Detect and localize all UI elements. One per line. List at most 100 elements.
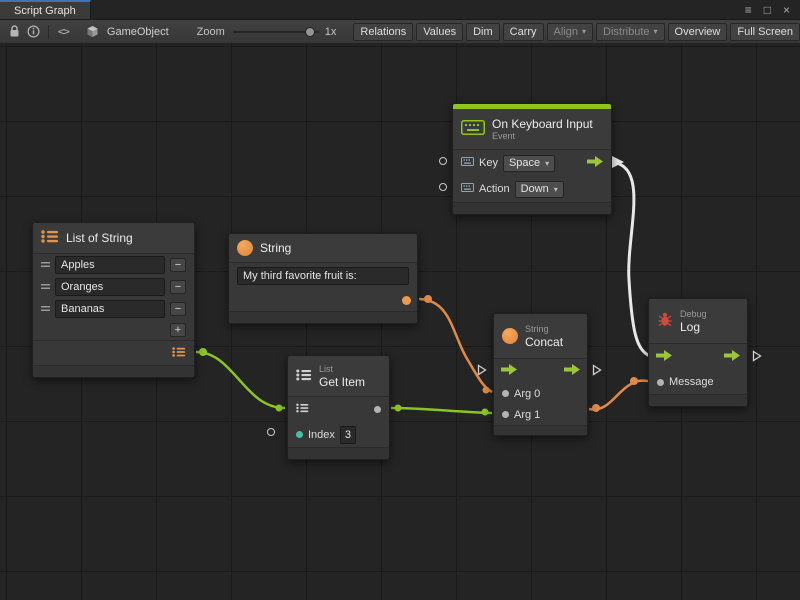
node-title: Concat xyxy=(525,335,563,349)
overview-button[interactable]: Overview xyxy=(668,23,728,41)
log-flow-out-marker[interactable] xyxy=(752,350,762,365)
index-input-port[interactable] xyxy=(296,431,303,438)
window-menu-icon[interactable]: ≡ xyxy=(745,4,752,16)
values-button[interactable]: Values xyxy=(416,23,463,41)
node-header: String Concat xyxy=(494,314,587,358)
tab-title: Script Graph xyxy=(14,5,76,17)
list-icon xyxy=(41,230,59,246)
node-footer xyxy=(649,394,747,406)
action-mini-keyboard-icon xyxy=(461,183,474,195)
node-title: On Keyboard Input xyxy=(492,117,593,131)
action-input-port[interactable] xyxy=(439,183,447,191)
window-maximize-icon[interactable]: □ xyxy=(764,4,771,16)
remove-item-button[interactable]: − xyxy=(170,302,186,316)
node-string-concat[interactable]: String Concat Arg 0 Arg 1 xyxy=(493,313,588,436)
list-item-row: Bananas − xyxy=(33,298,194,320)
node-title: Get Item xyxy=(319,375,365,389)
message-label: Message xyxy=(669,376,714,388)
string-output-port[interactable] xyxy=(402,296,411,305)
node-header: On Keyboard Input Event xyxy=(453,109,611,149)
arg0-row: Arg 0 xyxy=(494,383,587,404)
key-mini-keyboard-icon xyxy=(461,157,474,169)
zoom-slider[interactable] xyxy=(233,26,319,38)
remove-item-button[interactable]: − xyxy=(170,258,186,272)
window-controls: ≡ □ × xyxy=(745,0,800,19)
node-title: String xyxy=(260,241,291,255)
gameobject-selector[interactable]: GameObject xyxy=(84,23,169,41)
bug-icon xyxy=(657,312,673,330)
action-label: Action xyxy=(479,183,510,195)
unity-cube-icon xyxy=(84,23,102,41)
trigger-flow-out-port[interactable] xyxy=(587,156,603,170)
add-item-row: + xyxy=(33,320,194,340)
index-label: Index xyxy=(308,429,335,441)
flow-out-port[interactable] xyxy=(564,364,580,378)
remove-item-button[interactable]: − xyxy=(170,280,186,294)
align-button[interactable]: Align xyxy=(547,23,593,41)
list-output-port[interactable] xyxy=(172,347,186,360)
concat-flow-in-marker[interactable] xyxy=(477,364,487,379)
node-footer xyxy=(453,202,611,214)
string-value-field[interactable]: My third favorite fruit is: xyxy=(237,267,409,285)
index-field[interactable]: 3 xyxy=(340,426,356,444)
node-header: List of String xyxy=(33,223,194,253)
list-item-field[interactable]: Apples xyxy=(55,256,165,274)
node-list-of-string[interactable]: List of String Apples − Oranges − Banana… xyxy=(32,222,195,378)
key-input-port[interactable] xyxy=(439,157,447,165)
item-output-port[interactable] xyxy=(374,406,381,413)
flow-out-port[interactable] xyxy=(724,350,740,364)
node-debug-log[interactable]: Debug Log Message xyxy=(648,298,748,407)
node-header: String xyxy=(229,234,417,262)
node-footer xyxy=(229,311,417,323)
node-on-keyboard-input[interactable]: On Keyboard Input Event Key Space Action… xyxy=(452,103,612,215)
distribute-button[interactable]: Distribute xyxy=(596,23,664,41)
list-item-row: Apples − xyxy=(33,254,194,276)
list-input-port[interactable] xyxy=(296,403,309,416)
tab-script-graph[interactable]: Script Graph xyxy=(0,0,91,19)
key-label: Key xyxy=(479,157,498,169)
drag-handle-icon[interactable] xyxy=(41,259,50,271)
node-header: Debug Log xyxy=(649,299,747,343)
flow-row xyxy=(649,344,747,370)
arg1-label: Arg 1 xyxy=(514,409,540,421)
window-close-icon[interactable]: × xyxy=(783,4,790,16)
message-input-port[interactable] xyxy=(657,379,664,386)
node-get-item[interactable]: List Get Item Index 3 xyxy=(287,355,390,460)
index-row: Index 3 xyxy=(288,422,389,447)
carry-button[interactable]: Carry xyxy=(503,23,544,41)
action-dropdown[interactable]: Down xyxy=(515,181,564,198)
relations-button[interactable]: Relations xyxy=(353,23,413,41)
fullscreen-button[interactable]: Full Screen xyxy=(730,23,800,41)
flow-row xyxy=(494,359,587,383)
code-icon[interactable]: <> xyxy=(57,23,70,41)
node-header: List Get Item xyxy=(288,356,389,396)
dim-button[interactable]: Dim xyxy=(466,23,500,41)
list-item-field[interactable]: Bananas xyxy=(55,300,165,318)
lock-icon[interactable] xyxy=(8,23,21,41)
flow-in-port[interactable] xyxy=(501,364,517,378)
index-port-marker[interactable] xyxy=(267,428,275,436)
list-item-field[interactable]: Oranges xyxy=(55,278,165,296)
graph-toolbar: <> GameObject Zoom 1x Relations Values D… xyxy=(0,20,800,44)
node-string-literal[interactable]: String My third favorite fruit is: xyxy=(228,233,418,324)
arg0-input-port[interactable] xyxy=(502,390,509,397)
node-subtitle: Event xyxy=(492,131,593,142)
drag-handle-icon[interactable] xyxy=(41,303,50,315)
concat-flow-out-marker[interactable] xyxy=(592,364,602,379)
drag-handle-icon[interactable] xyxy=(41,281,50,293)
flow-in-port[interactable] xyxy=(656,350,672,364)
message-row: Message xyxy=(649,370,747,394)
string-type-icon xyxy=(237,240,253,256)
node-title: Log xyxy=(680,320,707,334)
zoom-slider-handle[interactable] xyxy=(305,27,315,37)
key-dropdown[interactable]: Space xyxy=(503,155,555,172)
toolbar-divider xyxy=(48,25,49,39)
toolbar-buttons: Relations Values Dim Carry Align Distrib… xyxy=(350,23,800,41)
add-item-button[interactable]: + xyxy=(170,323,186,337)
node-footer xyxy=(494,425,587,435)
info-icon[interactable] xyxy=(27,23,40,41)
list-icon xyxy=(296,369,312,384)
node-title: List of String xyxy=(66,231,133,245)
zoom-value: 1x xyxy=(325,26,337,38)
arg1-input-port[interactable] xyxy=(502,411,509,418)
